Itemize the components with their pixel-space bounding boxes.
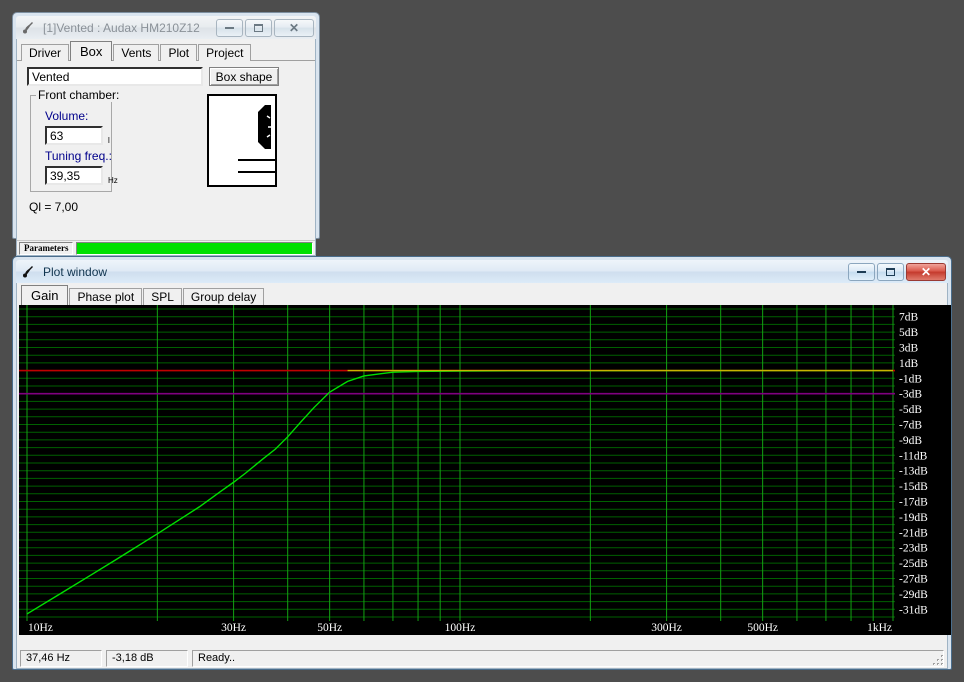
tab-spl[interactable]: SPL (143, 288, 182, 305)
svg-text:30Hz: 30Hz (221, 622, 246, 634)
tab-gain[interactable]: Gain (21, 285, 69, 305)
plot-window-client: Gain Phase plot SPL Group delay 7dB 5dB 3d… (16, 283, 951, 669)
svg-text:-19dB: -19dB (899, 512, 928, 524)
svg-text:-9dB: -9dB (899, 435, 922, 447)
parameters-progressbar (76, 241, 313, 255)
tab-group-delay[interactable]: Group delay (182, 288, 265, 305)
box-shape-drawing (209, 96, 275, 185)
box-window-title: [1]Vented : Audax HM210Z12 (43, 20, 200, 35)
svg-text:-31dB: -31dB (899, 604, 928, 616)
svg-text:-5dB: -5dB (899, 404, 922, 416)
close-button[interactable]: ✕ (274, 18, 314, 37)
svg-text:-1dB: -1dB (899, 373, 922, 385)
desktop: [1]Vented : Audax HM210Z12 ✕ Driver Box … (0, 0, 964, 682)
tab-driver[interactable]: Driver (21, 44, 69, 61)
svg-text:-3dB: -3dB (899, 389, 922, 401)
tab-vents[interactable]: Vents (113, 44, 160, 61)
svg-text:-13dB: -13dB (899, 466, 928, 478)
plot-statusbar: 37,46 Hz -3,18 dB Ready.. (17, 648, 947, 668)
box-shape-preview[interactable] (207, 94, 277, 187)
svg-text:-11dB: -11dB (899, 450, 928, 462)
svg-text:-17dB: -17dB (899, 497, 928, 509)
minimize-icon (857, 270, 866, 273)
svg-text:50Hz: 50Hz (317, 622, 342, 634)
svg-text:1kHz: 1kHz (867, 622, 892, 634)
gain-plot-canvas[interactable]: 7dB 5dB 3dB 1dB -1dB -3dB -5dB -7dB -9dB -11dB -13… (19, 305, 951, 635)
svg-text:-7dB: -7dB (899, 420, 922, 432)
tuning-freq-unit: Hz (108, 176, 118, 185)
svg-text:1dB: 1dB (899, 358, 919, 370)
svg-text:-15dB: -15dB (899, 481, 928, 493)
maximize-button[interactable] (877, 262, 904, 281)
close-icon: ✕ (920, 264, 932, 279)
svg-text:-27dB: -27dB (899, 574, 928, 586)
close-button[interactable]: ✕ (906, 262, 946, 281)
box-window-titlebar[interactable]: [1]Vented : Audax HM210Z12 ✕ (16, 16, 316, 39)
minimize-icon (225, 26, 234, 29)
resize-grip[interactable] (931, 653, 945, 667)
svg-text:3dB: 3dB (899, 343, 919, 355)
status-message: Ready.. (192, 649, 944, 667)
box-tabstrip: Driver Box Vents Plot Project (17, 39, 315, 61)
front-chamber-label: Front chamber: (36, 88, 122, 102)
svg-text:7dB: 7dB (899, 312, 919, 324)
speaker-icon (21, 264, 37, 280)
svg-text:100Hz: 100Hz (445, 622, 476, 634)
svg-text:-21dB: -21dB (899, 527, 928, 539)
box-window-client: Driver Box Vents Plot Project Box shape … (16, 39, 316, 256)
svg-text:500Hz: 500Hz (747, 622, 778, 634)
plot-window-titlebar[interactable]: Plot window ✕ (16, 260, 948, 283)
svg-text:10Hz: 10Hz (28, 622, 53, 634)
tuning-freq-label: Tuning freq.: (45, 149, 112, 163)
maximize-button[interactable] (245, 18, 272, 37)
plot-window-buttons: ✕ (848, 262, 946, 281)
cursor-frequency: 37,46 Hz (20, 649, 102, 667)
tab-phase-plot[interactable]: Phase plot (69, 288, 143, 305)
tab-project[interactable]: Project (198, 44, 252, 61)
volume-input[interactable] (45, 126, 103, 145)
ql-value: Ql = 7,00 (29, 200, 79, 214)
box-window[interactable]: [1]Vented : Audax HM210Z12 ✕ Driver Box … (12, 12, 320, 256)
close-icon: ✕ (288, 20, 300, 35)
plot-window[interactable]: Plot window ✕ Gain Phase plot SPL Group … (12, 256, 952, 670)
box-panel: Box shape Front chamber: Volume: l Tunin… (17, 61, 315, 240)
svg-text:5dB: 5dB (899, 327, 919, 339)
minimize-button[interactable] (848, 262, 875, 281)
tab-box[interactable]: Box (70, 41, 113, 61)
box-shape-button[interactable]: Box shape (209, 67, 279, 86)
box-statusbar: Parameters (17, 240, 315, 255)
svg-text:-29dB: -29dB (899, 589, 928, 601)
cursor-gain: -3,18 dB (106, 649, 188, 667)
plot-window-title: Plot window (43, 264, 108, 279)
plot-tabstrip: Gain Phase plot SPL Group delay (17, 283, 947, 305)
box-name-input[interactable] (27, 67, 203, 86)
tuning-freq-input[interactable] (45, 166, 103, 185)
gain-plot-svg: 7dB 5dB 3dB 1dB -1dB -3dB -5dB -7dB -9dB -11dB -13… (19, 305, 951, 635)
maximize-icon (886, 267, 895, 276)
volume-unit: l (108, 136, 110, 145)
svg-text:-23dB: -23dB (899, 543, 928, 555)
box-window-buttons: ✕ (216, 18, 314, 37)
svg-text:300Hz: 300Hz (651, 622, 682, 634)
svg-text:-25dB: -25dB (899, 558, 928, 570)
minimize-button[interactable] (216, 18, 243, 37)
volume-label: Volume: (45, 109, 89, 123)
speaker-icon (21, 20, 37, 36)
parameters-label: Parameters (19, 241, 74, 255)
maximize-icon (254, 23, 263, 32)
tab-plot[interactable]: Plot (160, 44, 198, 61)
